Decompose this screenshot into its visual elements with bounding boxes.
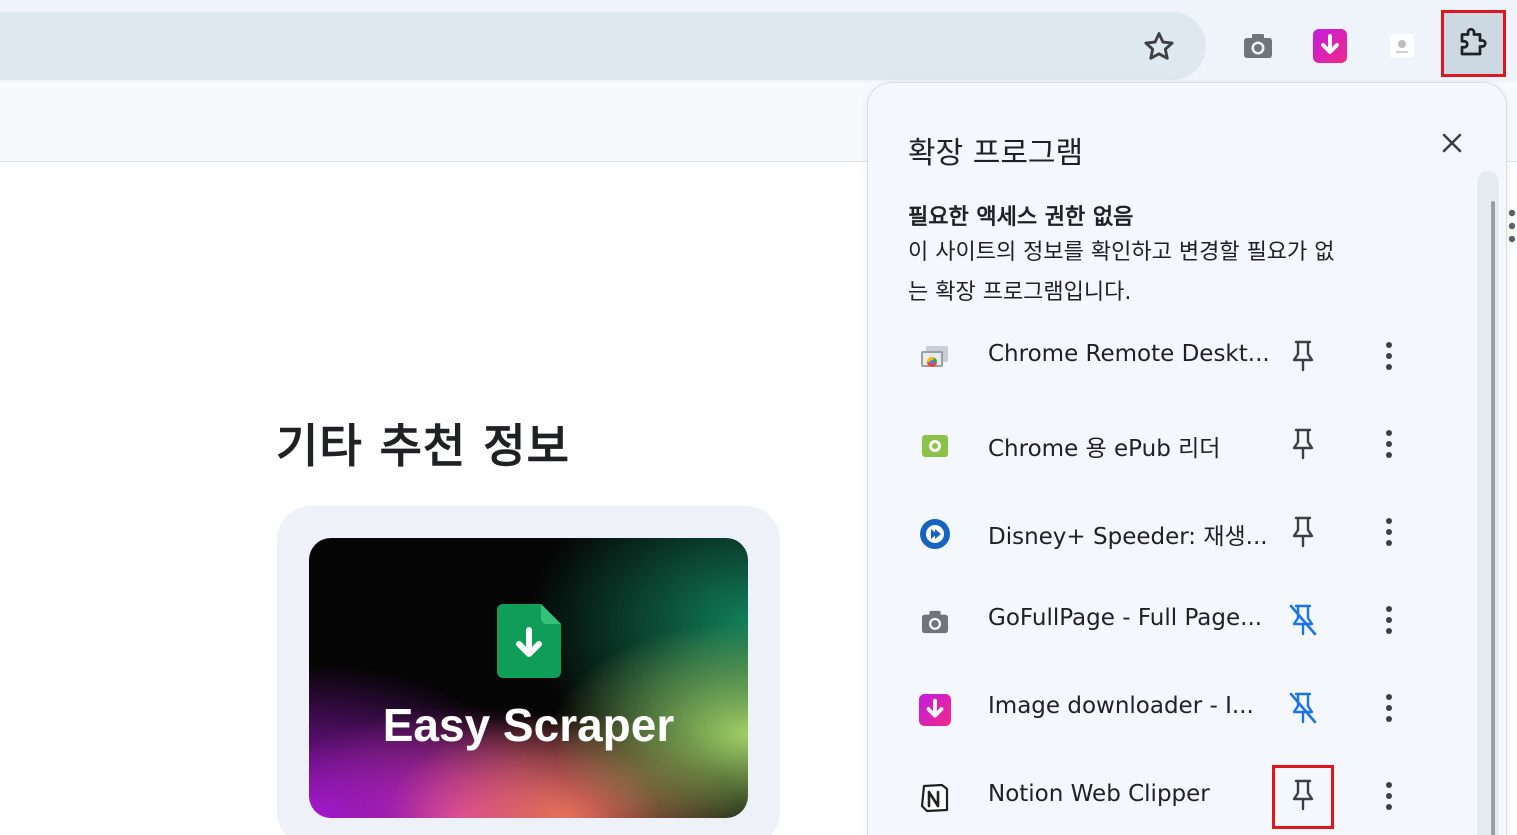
more-vert-icon[interactable] xyxy=(1507,208,1517,244)
section-description-line: 는 확장 프로그램입니다. xyxy=(908,280,1132,305)
extension-name: Chrome 용 ePub 리더 xyxy=(988,436,1221,462)
extension-name: Chrome Remote Deskt... xyxy=(988,341,1270,367)
more-vert-icon xyxy=(1385,429,1393,463)
pin-button[interactable] xyxy=(1272,765,1334,829)
section-title: 기타 추천 정보 xyxy=(276,419,570,473)
pinned-icon xyxy=(1288,603,1318,641)
small-extension-icon[interactable] xyxy=(1382,26,1422,66)
camera-icon xyxy=(918,605,952,639)
more-options-button[interactable] xyxy=(1374,425,1404,467)
extension-name: Image downloader - I... xyxy=(988,693,1254,719)
extension-name: Notion Web Clipper xyxy=(988,781,1210,807)
extension-name: GoFullPage - Full Page... xyxy=(988,605,1263,631)
scrollbar-track[interactable] xyxy=(1477,171,1499,835)
more-options-button[interactable] xyxy=(1374,601,1404,643)
more-vert-icon xyxy=(1385,341,1393,375)
more-vert-icon xyxy=(1385,693,1393,727)
epub-reader-icon xyxy=(918,429,952,463)
card-title: Easy Scraper xyxy=(382,699,675,751)
image-downloader-icon xyxy=(918,693,952,727)
close-button[interactable] xyxy=(1434,127,1470,163)
pin-button[interactable] xyxy=(1282,425,1324,467)
pinned-icon xyxy=(1288,691,1318,729)
extension-row-disney-speeder[interactable]: Disney+ Speeder: 재생... xyxy=(908,503,1468,563)
unpin-button[interactable] xyxy=(1282,601,1324,643)
notion-icon xyxy=(918,781,952,815)
section-description-line: 이 사이트의 정보를 확인하고 변경할 필요가 없 xyxy=(908,240,1335,265)
popup-title: 확장 프로그램 xyxy=(908,136,1084,171)
pin-icon xyxy=(1290,516,1316,552)
pin-icon xyxy=(1290,340,1316,376)
address-bar[interactable] xyxy=(0,12,1206,80)
extension-row-gofullpage[interactable]: GoFullPage - Full Page... xyxy=(908,591,1468,651)
more-options-button[interactable] xyxy=(1374,337,1404,379)
section-description: 이 사이트의 정보를 확인하고 변경할 필요가 없 는 확장 프로그램입니다. xyxy=(908,233,1438,313)
recommendation-card[interactable]: Easy Scraper xyxy=(277,506,780,835)
extension-name: Disney+ Speeder: 재생... xyxy=(988,524,1268,550)
extensions-button[interactable] xyxy=(1441,10,1506,77)
extension-row-image-downloader[interactable]: Image downloader - I... xyxy=(908,679,1468,739)
browser-toolbar xyxy=(0,0,1517,82)
more-options-button[interactable] xyxy=(1374,777,1404,819)
extension-row-chrome-remote-desktop[interactable]: Chrome Remote Deskt... xyxy=(908,327,1468,387)
pin-icon xyxy=(1290,779,1316,815)
more-options-button[interactable] xyxy=(1374,513,1404,555)
document-download-icon xyxy=(497,604,561,678)
chrome-remote-desktop-icon xyxy=(918,341,952,375)
star-icon[interactable] xyxy=(1140,28,1178,66)
pin-icon xyxy=(1290,428,1316,464)
extensions-popup: 확장 프로그램 필요한 액세스 권한 없음 이 사이트의 정보를 확인하고 변경… xyxy=(867,82,1507,835)
extension-row-notion-web-clipper[interactable]: Notion Web Clipper xyxy=(908,765,1468,829)
unpin-button[interactable] xyxy=(1282,689,1324,731)
close-icon xyxy=(1440,131,1464,159)
more-options-button[interactable] xyxy=(1374,689,1404,731)
more-vert-icon xyxy=(1385,517,1393,551)
section-heading: 필요한 액세스 권한 없음 xyxy=(908,205,1134,230)
more-vert-icon xyxy=(1385,781,1393,815)
scrollbar-thumb[interactable] xyxy=(1491,201,1495,835)
extension-row-epub-reader[interactable]: Chrome 용 ePub 리더 xyxy=(908,415,1468,475)
pin-button[interactable] xyxy=(1282,513,1324,555)
download-arrow-icon[interactable] xyxy=(1310,26,1350,66)
disney-speeder-icon xyxy=(918,517,952,551)
pin-button[interactable] xyxy=(1282,337,1324,379)
browser-window: 기타 추천 정보 Easy Scraper 확장 프로그램 필요한 액세스 권한… xyxy=(0,0,1517,835)
more-vert-icon xyxy=(1385,605,1393,639)
card-image: Easy Scraper xyxy=(309,538,748,818)
camera-icon[interactable] xyxy=(1238,26,1278,66)
puzzle-piece-icon xyxy=(1456,24,1492,64)
